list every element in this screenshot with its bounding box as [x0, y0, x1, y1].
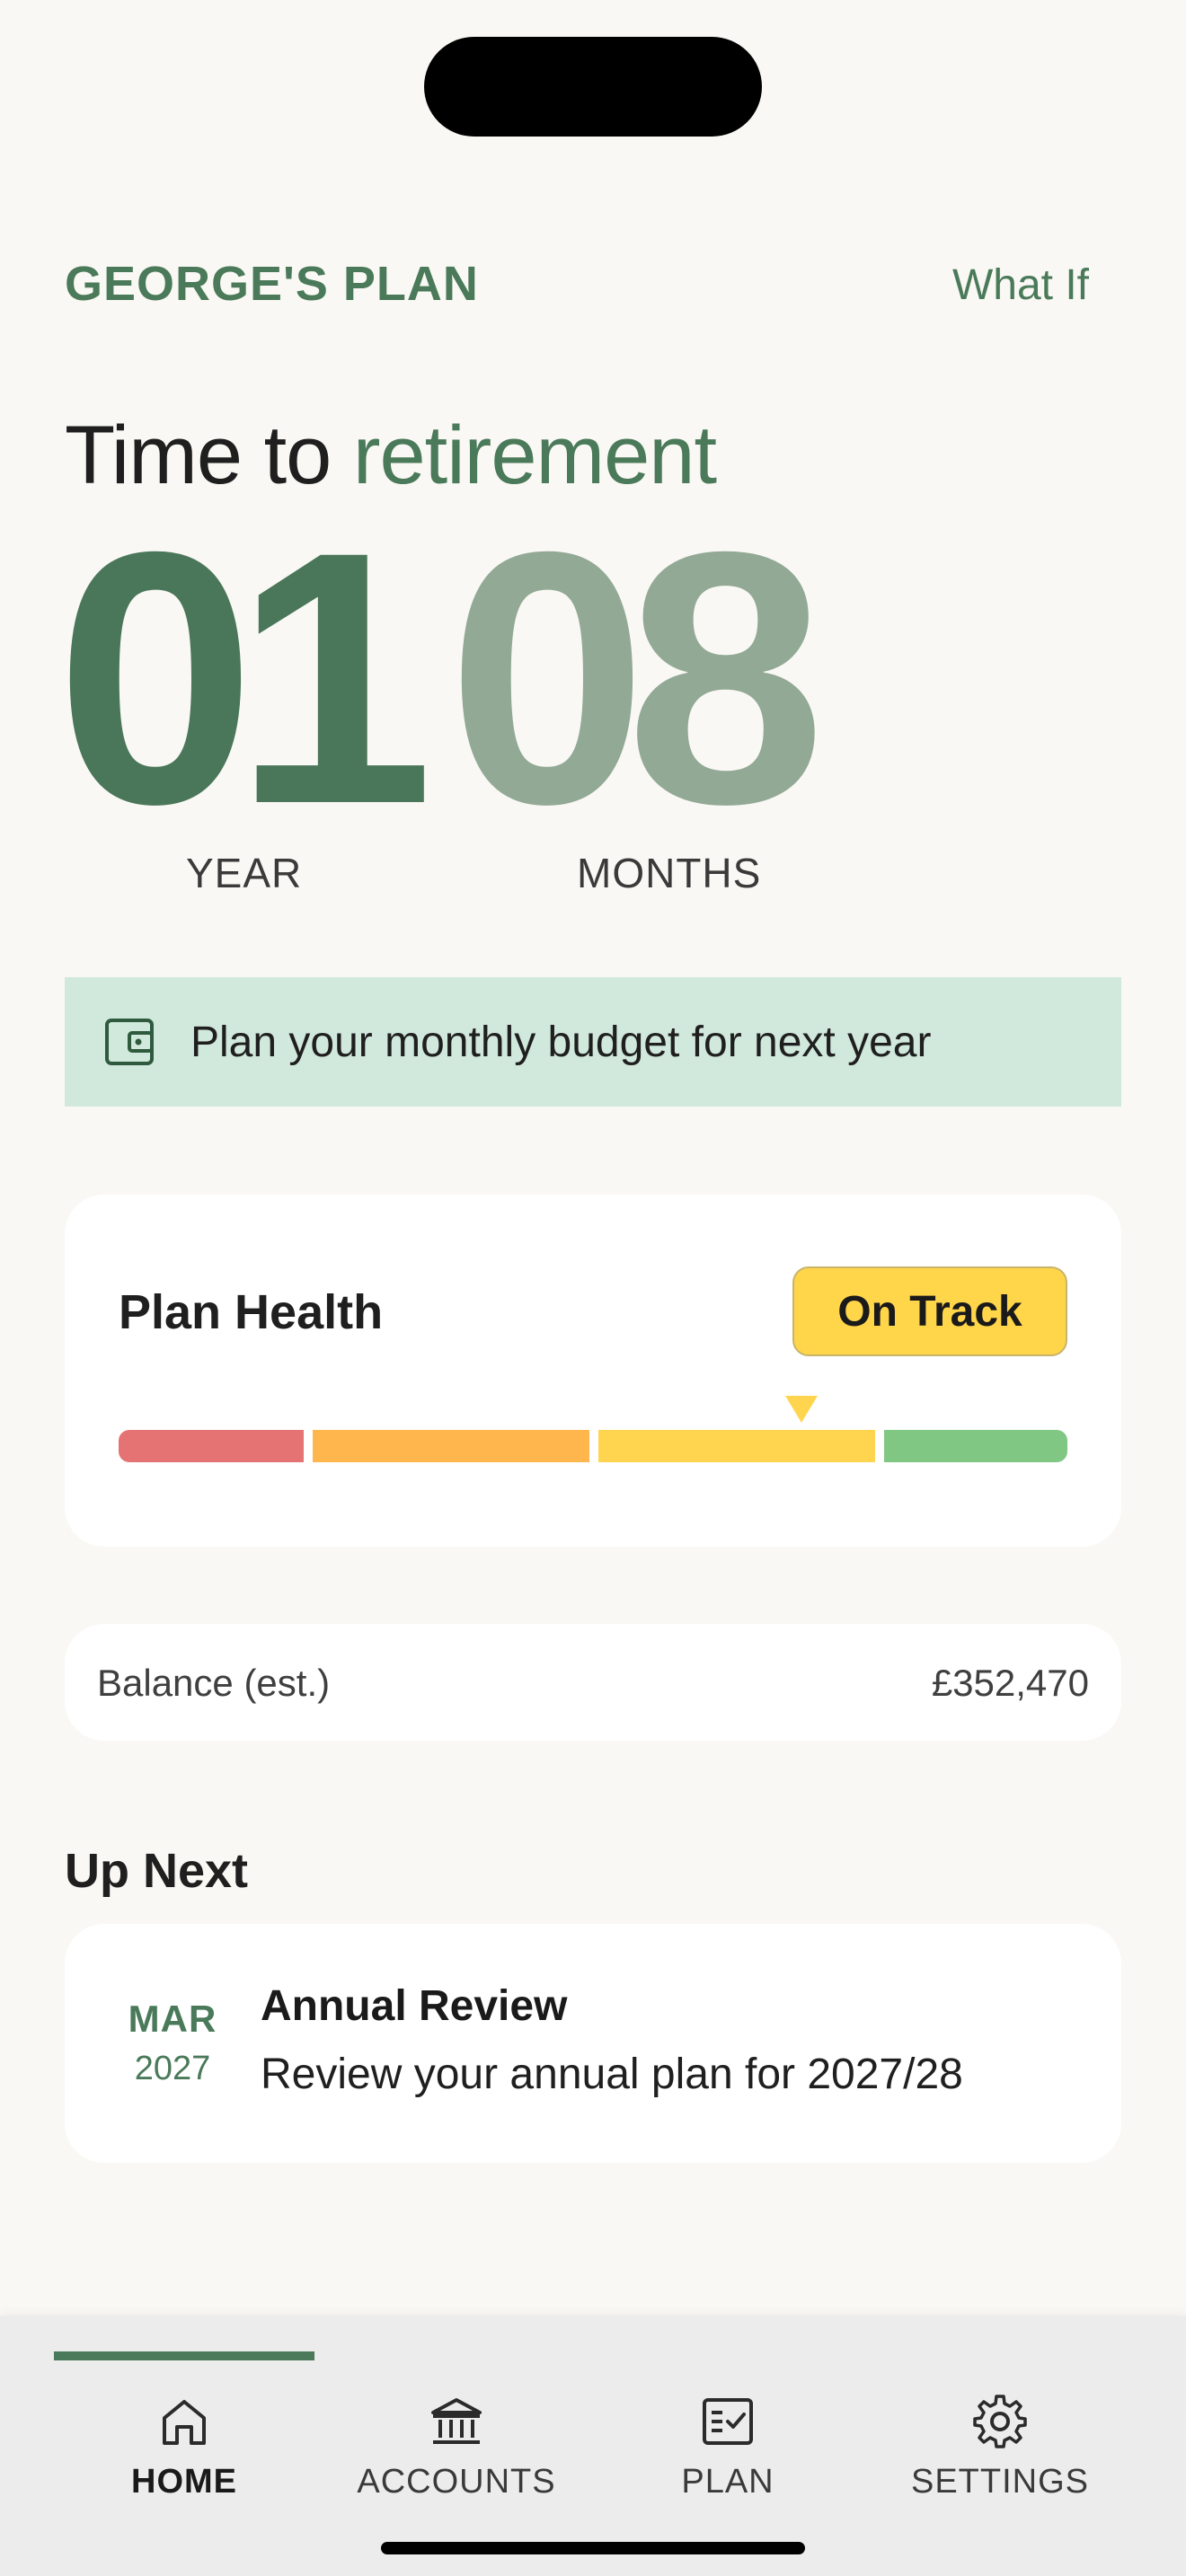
plan-health-title: Plan Health — [119, 1285, 384, 1339]
balance-label: Balance (est.) — [97, 1662, 331, 1704]
event-month: MAR — [128, 1998, 217, 2040]
tab-settings-label: SETTINGS — [910, 2463, 1090, 2501]
event-description: Review your annual plan for 2027/28 — [261, 2051, 963, 2098]
gauge-segment-good — [598, 1430, 875, 1462]
tab-bar: HOME ACCOUNTS PLAN SETTINGS — [0, 2316, 1186, 2576]
balance-value: £352,470 — [931, 1662, 1089, 1704]
gauge-marker-icon — [785, 1396, 819, 1423]
gauge-segment-fair — [313, 1430, 589, 1462]
wallet-icon — [104, 1015, 158, 1069]
months-count: 08 — [447, 477, 826, 878]
tab-plan[interactable]: PLAN — [593, 2378, 863, 2531]
tab-plan-label: PLAN — [681, 2463, 774, 2501]
plan-health-card: Plan Health On Track — [65, 1195, 1121, 1547]
gauge-segment-poor — [119, 1430, 304, 1462]
tab-accounts[interactable]: ACCOUNTS — [322, 2378, 591, 2531]
tab-home[interactable]: HOME — [49, 2378, 319, 2531]
tab-accounts-label: ACCOUNTS — [357, 2463, 556, 2501]
months-label: MONTHS — [577, 850, 762, 896]
checklist-icon — [703, 2398, 753, 2445]
health-gauge — [119, 1396, 1067, 1466]
event-title: Annual Review — [261, 1982, 568, 2030]
banner-text: Plan your monthly budget for next year — [190, 1018, 932, 1066]
budget-banner[interactable]: Plan your monthly budget for next year — [65, 977, 1121, 1107]
home-icon — [163, 2400, 206, 2445]
balance-card[interactable]: Balance (est.) £352,470 — [65, 1624, 1121, 1741]
home-indicator — [381, 2542, 805, 2554]
annual-review-card[interactable]: MAR 2027 Annual Review Review your annua… — [65, 1924, 1121, 2163]
what-if-link[interactable]: What If — [952, 260, 1089, 310]
gauge-segment-great — [884, 1430, 1067, 1462]
dynamic-island — [424, 37, 762, 137]
tab-home-label: HOME — [131, 2463, 237, 2501]
years-label: YEAR — [186, 850, 303, 896]
gear-icon — [973, 2395, 1027, 2448]
bank-icon — [431, 2398, 482, 2444]
tab-settings[interactable]: SETTINGS — [865, 2378, 1135, 2531]
up-next-heading: Up Next — [65, 1844, 249, 1898]
plan-title: GEORGE'S PLAN — [65, 257, 479, 311]
years-count: 01 — [56, 477, 434, 878]
event-year: 2027 — [134, 2050, 211, 2087]
active-tab-indicator — [54, 2351, 314, 2360]
status-badge: On Track — [792, 1266, 1067, 1356]
